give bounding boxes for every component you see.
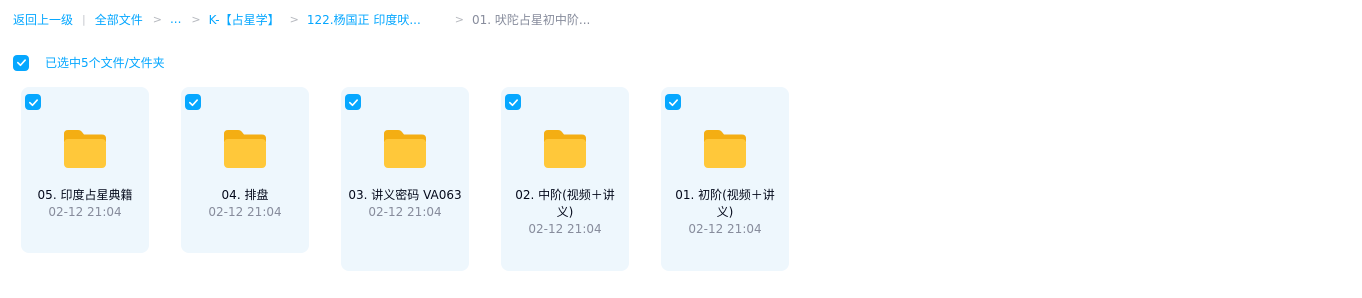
folder-name: 02. 中阶(视频＋讲义) (515, 188, 615, 219)
breadcrumb-ellipsis[interactable]: ... (170, 12, 181, 26)
selection-bar: 已选中5个文件/文件夹 (13, 54, 165, 71)
folder-name: 04. 排盘 (221, 188, 269, 202)
folder-card[interactable]: 01. 初阶(视频＋讲义) 02-12 21:04 (661, 87, 789, 271)
folder-checkbox[interactable] (25, 94, 41, 110)
chevron-right-icon: > (191, 12, 201, 26)
breadcrumb-all-files-link[interactable]: 全部文件 (95, 11, 143, 28)
chevron-right-icon: > (152, 12, 162, 26)
folder-icon (704, 130, 746, 168)
folder-checkbox[interactable] (185, 94, 201, 110)
check-icon (188, 98, 198, 106)
breadcrumb-level1-link[interactable]: K-【占星学】 (209, 11, 280, 28)
folder-icon (544, 130, 586, 168)
breadcrumb-divider: | (82, 12, 86, 26)
check-icon (668, 98, 678, 106)
folder-name: 05. 印度占星典籍 (37, 188, 133, 202)
folder-name: 01. 初阶(视频＋讲义) (675, 188, 775, 219)
select-all-checkbox[interactable] (13, 54, 29, 71)
selection-count-text: 已选中5个文件/文件夹 (45, 56, 165, 70)
folder-icon (64, 130, 106, 168)
chevron-right-icon: > (289, 12, 299, 26)
folder-name: 03. 讲义密码 VA063 (348, 188, 462, 202)
check-icon (16, 59, 26, 67)
folder-checkbox[interactable] (505, 94, 521, 110)
breadcrumb-level2-link[interactable]: 122.杨国正 印度吠... (307, 11, 421, 28)
chevron-right-icon: > (454, 12, 465, 26)
folder-date: 02-12 21:04 (368, 205, 442, 219)
breadcrumb-back-link[interactable]: 返回上一级 (13, 11, 73, 28)
folder-card[interactable]: 05. 印度占星典籍 02-12 21:04 (21, 87, 149, 253)
folder-date: 02-12 21:04 (48, 205, 122, 219)
folder-icon (224, 130, 266, 168)
folder-date: 02-12 21:04 (208, 205, 282, 219)
check-icon (28, 98, 38, 106)
folder-card[interactable]: 04. 排盘 02-12 21:04 (181, 87, 309, 253)
folder-card[interactable]: 02. 中阶(视频＋讲义) 02-12 21:04 (501, 87, 629, 271)
folder-icon (384, 130, 426, 168)
folder-date: 02-12 21:04 (528, 222, 602, 236)
folder-checkbox[interactable] (665, 94, 681, 110)
folder-checkbox[interactable] (345, 94, 361, 110)
breadcrumb: 返回上一级 | 全部文件 > ... > K-【占星学】 > 122.杨国正 印… (13, 11, 590, 27)
check-icon (508, 98, 518, 106)
folder-card[interactable]: 03. 讲义密码 VA063 02-12 21:04 (341, 87, 469, 271)
breadcrumb-current: 01. 吠陀占星初中阶... (472, 12, 591, 27)
folder-date: 02-12 21:04 (688, 222, 762, 236)
check-icon (348, 98, 358, 106)
